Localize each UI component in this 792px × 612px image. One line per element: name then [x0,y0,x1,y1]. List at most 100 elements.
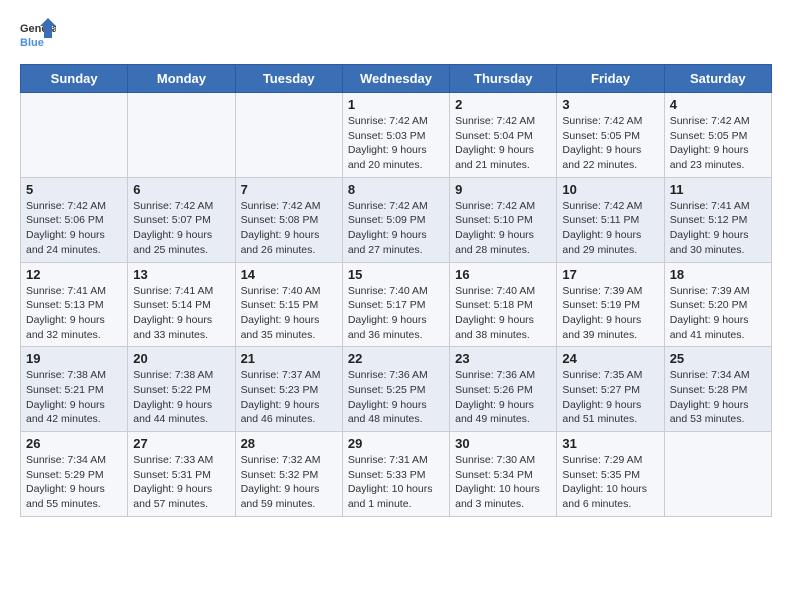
day-number: 20 [133,351,229,366]
calendar-cell: 8 Sunrise: 7:42 AM Sunset: 5:09 PM Daylig… [342,177,449,262]
calendar-week-3: 12 Sunrise: 7:41 AM Sunset: 5:13 PM Dayli… [21,262,772,347]
calendar-cell [128,93,235,178]
day-number: 31 [562,436,658,451]
day-info: Sunrise: 7:42 AM Sunset: 5:03 PM Dayligh… [348,114,444,173]
day-info: Sunrise: 7:42 AM Sunset: 5:05 PM Dayligh… [670,114,766,173]
calendar-cell: 11 Sunrise: 7:41 AM Sunset: 5:12 PM Dayli… [664,177,771,262]
calendar-cell: 6 Sunrise: 7:42 AM Sunset: 5:07 PM Daylig… [128,177,235,262]
calendar-cell: 21Sunrise: 7:37 AM Sunset: 5:23 PM Dayli… [235,347,342,432]
calendar-cell: 13 Sunrise: 7:41 AM Sunset: 5:14 PM Dayli… [128,262,235,347]
calendar-cell: 25 Sunrise: 7:34 AM Sunset: 5:28 PM Dayli… [664,347,771,432]
header: General Blue [20,16,772,52]
day-number: 28 [241,436,337,451]
day-info: Sunrise: 7:37 AM Sunset: 5:23 PM Dayligh… [241,368,337,427]
day-number: 7 [241,182,337,197]
day-number: 14 [241,267,337,282]
calendar-week-5: 26 Sunrise: 7:34 AM Sunset: 5:29 PM Dayli… [21,432,772,517]
day-number: 12 [26,267,122,282]
day-number: 16 [455,267,551,282]
header-cell-monday: Monday [128,65,235,93]
day-info: Sunrise: 7:38 AM Sunset: 5:21 PM Dayligh… [26,368,122,427]
day-number: 23 [455,351,551,366]
day-info: Sunrise: 7:42 AM Sunset: 5:04 PM Dayligh… [455,114,551,173]
calendar-cell [21,93,128,178]
day-info: Sunrise: 7:35 AM Sunset: 5:27 PM Dayligh… [562,368,658,427]
day-info: Sunrise: 7:36 AM Sunset: 5:25 PM Dayligh… [348,368,444,427]
header-cell-thursday: Thursday [450,65,557,93]
day-info: Sunrise: 7:42 AM Sunset: 5:09 PM Dayligh… [348,199,444,258]
calendar-cell: 27 Sunrise: 7:33 AM Sunset: 5:31 PM Dayli… [128,432,235,517]
day-info: Sunrise: 7:36 AM Sunset: 5:26 PM Dayligh… [455,368,551,427]
day-info: Sunrise: 7:31 AM Sunset: 5:33 PM Dayligh… [348,453,444,512]
day-info: Sunrise: 7:42 AM Sunset: 5:06 PM Dayligh… [26,199,122,258]
calendar-table: SundayMondayTuesdayWednesdayThursdayFrid… [20,64,772,517]
day-number: 22 [348,351,444,366]
day-number: 30 [455,436,551,451]
logo-icon: General Blue [20,16,56,52]
calendar-cell: 23 Sunrise: 7:36 AM Sunset: 5:26 PM Dayli… [450,347,557,432]
header-row: SundayMondayTuesdayWednesdayThursdayFrid… [21,65,772,93]
calendar-cell: 24 Sunrise: 7:35 AM Sunset: 5:27 PM Dayli… [557,347,664,432]
day-info: Sunrise: 7:42 AM Sunset: 5:10 PM Dayligh… [455,199,551,258]
day-number: 13 [133,267,229,282]
calendar-cell: 10 Sunrise: 7:42 AM Sunset: 5:11 PM Dayli… [557,177,664,262]
day-number: 11 [670,182,766,197]
day-number: 26 [26,436,122,451]
calendar-cell: 3Sunrise: 7:42 AM Sunset: 5:05 PM Daylig… [557,93,664,178]
calendar-week-2: 5 Sunrise: 7:42 AM Sunset: 5:06 PM Daylig… [21,177,772,262]
calendar-cell [235,93,342,178]
day-number: 5 [26,182,122,197]
day-info: Sunrise: 7:40 AM Sunset: 5:18 PM Dayligh… [455,284,551,343]
header-cell-sunday: Sunday [21,65,128,93]
calendar-cell: 7 Sunrise: 7:42 AM Sunset: 5:08 PM Daylig… [235,177,342,262]
day-info: Sunrise: 7:42 AM Sunset: 5:08 PM Dayligh… [241,199,337,258]
day-number: 24 [562,351,658,366]
day-info: Sunrise: 7:42 AM Sunset: 5:07 PM Dayligh… [133,199,229,258]
day-info: Sunrise: 7:41 AM Sunset: 5:14 PM Dayligh… [133,284,229,343]
day-info: Sunrise: 7:42 AM Sunset: 5:11 PM Dayligh… [562,199,658,258]
day-info: Sunrise: 7:40 AM Sunset: 5:15 PM Dayligh… [241,284,337,343]
day-number: 17 [562,267,658,282]
day-info: Sunrise: 7:39 AM Sunset: 5:19 PM Dayligh… [562,284,658,343]
day-number: 1 [348,97,444,112]
logo: General Blue [20,16,56,52]
day-info: Sunrise: 7:29 AM Sunset: 5:35 PM Dayligh… [562,453,658,512]
calendar-cell: 28 Sunrise: 7:32 AM Sunset: 5:32 PM Dayli… [235,432,342,517]
calendar-cell: 22 Sunrise: 7:36 AM Sunset: 5:25 PM Dayli… [342,347,449,432]
calendar-header: SundayMondayTuesdayWednesdayThursdayFrid… [21,65,772,93]
day-number: 27 [133,436,229,451]
day-number: 2 [455,97,551,112]
calendar-cell: 29Sunrise: 7:31 AM Sunset: 5:33 PM Dayli… [342,432,449,517]
day-info: Sunrise: 7:34 AM Sunset: 5:29 PM Dayligh… [26,453,122,512]
day-info: Sunrise: 7:33 AM Sunset: 5:31 PM Dayligh… [133,453,229,512]
day-info: Sunrise: 7:40 AM Sunset: 5:17 PM Dayligh… [348,284,444,343]
calendar-cell: 15 Sunrise: 7:40 AM Sunset: 5:17 PM Dayli… [342,262,449,347]
calendar-cell: 4 Sunrise: 7:42 AM Sunset: 5:05 PM Daylig… [664,93,771,178]
day-info: Sunrise: 7:34 AM Sunset: 5:28 PM Dayligh… [670,368,766,427]
calendar-week-1: 1 Sunrise: 7:42 AM Sunset: 5:03 PM Daylig… [21,93,772,178]
day-info: Sunrise: 7:41 AM Sunset: 5:12 PM Dayligh… [670,199,766,258]
day-info: Sunrise: 7:32 AM Sunset: 5:32 PM Dayligh… [241,453,337,512]
day-info: Sunrise: 7:30 AM Sunset: 5:34 PM Dayligh… [455,453,551,512]
day-number: 25 [670,351,766,366]
calendar-body: 1 Sunrise: 7:42 AM Sunset: 5:03 PM Daylig… [21,93,772,517]
day-number: 15 [348,267,444,282]
calendar-cell: 9Sunrise: 7:42 AM Sunset: 5:10 PM Daylig… [450,177,557,262]
day-number: 19 [26,351,122,366]
header-cell-friday: Friday [557,65,664,93]
day-info: Sunrise: 7:38 AM Sunset: 5:22 PM Dayligh… [133,368,229,427]
calendar-cell: 26 Sunrise: 7:34 AM Sunset: 5:29 PM Dayli… [21,432,128,517]
day-number: 4 [670,97,766,112]
header-cell-tuesday: Tuesday [235,65,342,93]
calendar-cell: 31 Sunrise: 7:29 AM Sunset: 5:35 PM Dayli… [557,432,664,517]
header-cell-wednesday: Wednesday [342,65,449,93]
day-number: 8 [348,182,444,197]
calendar-cell: 18Sunrise: 7:39 AM Sunset: 5:20 PM Dayli… [664,262,771,347]
calendar-cell: 19 Sunrise: 7:38 AM Sunset: 5:21 PM Dayli… [21,347,128,432]
day-number: 10 [562,182,658,197]
calendar-week-4: 19 Sunrise: 7:38 AM Sunset: 5:21 PM Dayli… [21,347,772,432]
day-info: Sunrise: 7:41 AM Sunset: 5:13 PM Dayligh… [26,284,122,343]
calendar-cell: 20 Sunrise: 7:38 AM Sunset: 5:22 PM Dayli… [128,347,235,432]
day-number: 6 [133,182,229,197]
calendar-cell: 30 Sunrise: 7:30 AM Sunset: 5:34 PM Dayli… [450,432,557,517]
